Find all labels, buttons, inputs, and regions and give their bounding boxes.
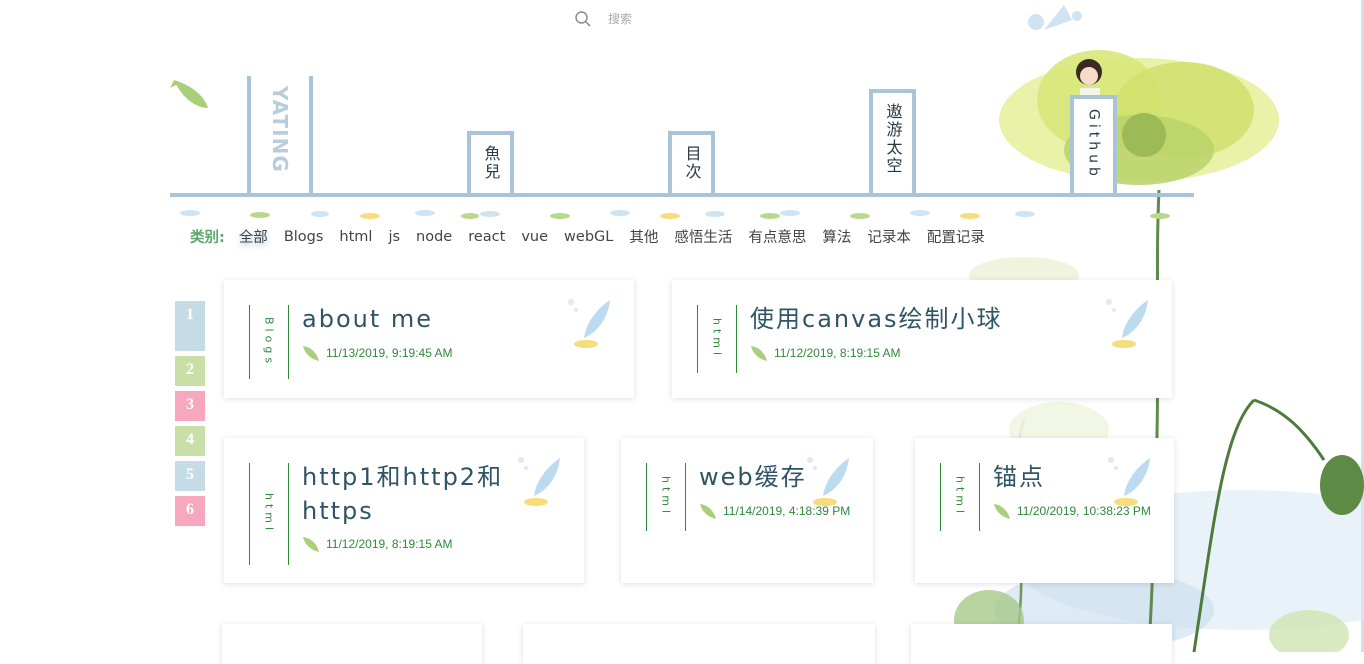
category-all[interactable]: 全部 <box>239 226 268 247</box>
post-category: html <box>646 463 686 531</box>
post-card[interactable] <box>523 624 875 664</box>
category-algorithm[interactable]: 算法 <box>822 226 851 247</box>
nav-shelf <box>170 193 1194 197</box>
page-2[interactable]: 2 <box>175 356 205 386</box>
leaf-icon <box>303 537 319 552</box>
post-date: 11/12/2019, 8:19:15 AM <box>750 344 901 362</box>
category-config[interactable]: 配置记录 <box>927 226 985 247</box>
post-card[interactable]: html http1和http2和https 11/12/2019, 8:19:… <box>224 438 584 583</box>
category-webgl[interactable]: webGL <box>564 229 613 245</box>
category-life[interactable]: 感悟生活 <box>674 226 732 247</box>
page-1[interactable]: 1 <box>175 301 205 351</box>
category-js[interactable]: js <box>388 229 400 245</box>
post-title[interactable]: web缓存 <box>699 460 807 494</box>
search-icon[interactable] <box>574 10 592 28</box>
leaf-icon <box>751 346 767 361</box>
post-card[interactable]: Blogs about me 11/13/2019, 9:19:45 AM <box>224 280 634 398</box>
site-logo[interactable]: YATING <box>247 76 313 193</box>
fish-icon <box>568 299 610 348</box>
page-4[interactable]: 4 <box>175 426 205 456</box>
fish-icon <box>518 457 560 506</box>
search-bar <box>574 10 690 28</box>
page-5[interactable]: 5 <box>175 461 205 491</box>
post-card[interactable]: html 使用canvas绘制小球 11/12/2019, 8:19:15 AM <box>672 280 1172 398</box>
category-interesting[interactable]: 有点意思 <box>748 226 806 247</box>
fish-icon <box>1108 457 1150 506</box>
page-6[interactable]: 6 <box>175 496 205 526</box>
post-category: Blogs <box>249 305 289 379</box>
post-date: 11/13/2019, 9:19:45 AM <box>302 344 453 362</box>
category-node[interactable]: node <box>416 229 452 245</box>
leaf-icon <box>700 504 716 519</box>
site-logo-text: YATING <box>268 86 292 173</box>
post-card[interactable] <box>222 624 482 664</box>
category-react[interactable]: react <box>468 229 505 245</box>
post-category: html <box>697 305 737 373</box>
post-title[interactable]: 锚点 <box>993 460 1045 494</box>
post-card[interactable] <box>911 624 1172 664</box>
leaf-icon <box>994 504 1010 519</box>
fish-icon <box>807 457 849 506</box>
post-title[interactable]: http1和http2和https <box>302 460 532 528</box>
nav-tab-fish[interactable]: 魚兒 <box>467 131 514 193</box>
post-date: 11/12/2019, 8:19:15 AM <box>302 535 453 553</box>
category-label: 类别: <box>190 230 225 246</box>
fish-icon <box>170 80 208 108</box>
nav-tab-github[interactable]: Github <box>1070 95 1117 193</box>
post-category: html <box>940 463 980 531</box>
category-notebook[interactable]: 记录本 <box>867 226 911 247</box>
post-title[interactable]: 使用canvas绘制小球 <box>750 302 1003 336</box>
page-3[interactable]: 3 <box>175 391 205 421</box>
post-category: html <box>249 463 289 565</box>
category-html[interactable]: html <box>339 229 372 245</box>
fish-icon <box>1106 299 1148 348</box>
nav-tab-space[interactable]: 遨游太空 <box>869 89 916 193</box>
post-title[interactable]: about me <box>302 302 433 336</box>
leaf-icon <box>303 346 319 361</box>
category-blogs[interactable]: Blogs <box>284 229 324 245</box>
post-card[interactable]: html web缓存 11/14/2019, 4:18:39 PM <box>621 438 873 583</box>
post-card[interactable]: html 锚点 11/20/2019, 10:38:23 PM <box>915 438 1174 583</box>
category-other[interactable]: 其他 <box>629 226 658 247</box>
nav-tab-contents[interactable]: 目次 <box>668 131 715 193</box>
leaf-decoration <box>180 210 1170 219</box>
category-vue[interactable]: vue <box>521 229 548 245</box>
category-filter: 类别: 全部 Blogs html js node react vue webG… <box>190 226 1001 247</box>
search-input[interactable] <box>606 11 690 27</box>
